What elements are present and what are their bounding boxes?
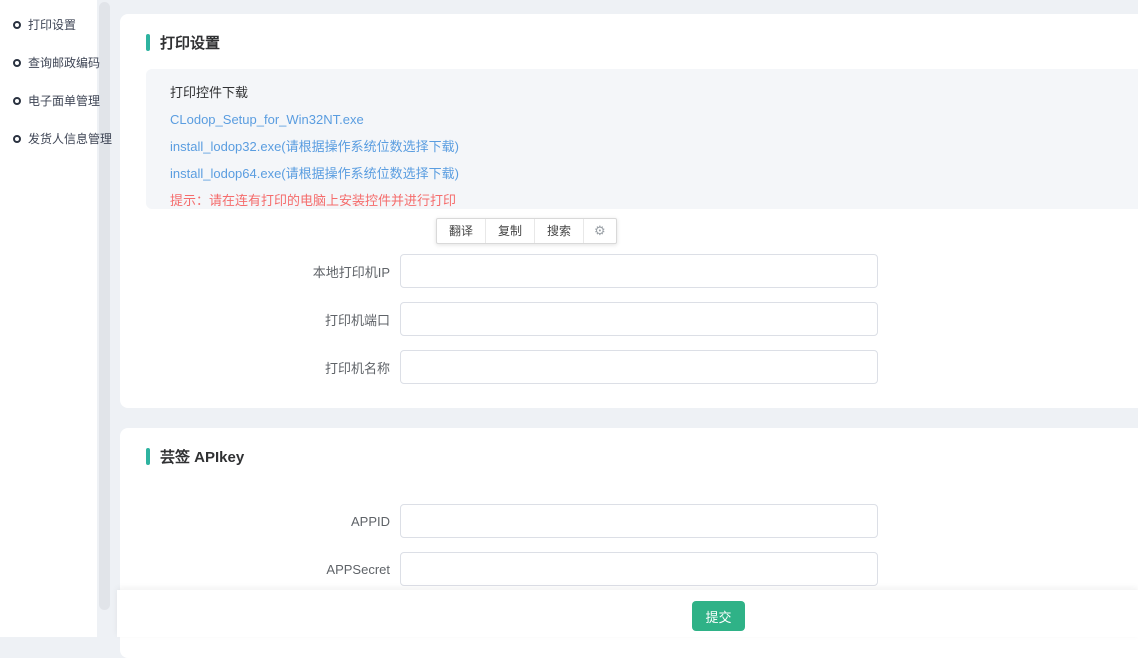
printer-form: 本地打印机IP 打印机端口 打印机名称 [120, 253, 1138, 385]
form-row-printer-ip: 本地打印机IP [120, 253, 1138, 289]
sidebar-item-label: 查询邮政编码 [28, 54, 100, 71]
section-heading: 打印设置 [146, 32, 1138, 53]
sidebar-item-print-settings[interactable]: 打印设置 [0, 12, 97, 37]
sidebar: 打印设置 查询邮政编码 电子面单管理 发货人信息管理 [0, 0, 97, 637]
circle-bullet-icon [13, 97, 21, 105]
form-row-printer-name: 打印机名称 [120, 349, 1138, 385]
page-title: 打印设置 [160, 32, 220, 53]
printer-name-input[interactable] [400, 350, 878, 384]
appsecret-input[interactable] [400, 552, 878, 586]
form-row-printer-port: 打印机端口 [120, 301, 1138, 337]
printer-name-label: 打印机名称 [120, 358, 400, 377]
sidebar-item-label: 打印设置 [28, 16, 76, 33]
sidebar-item-shipper-info-management[interactable]: 发货人信息管理 [0, 126, 97, 151]
gear-icon[interactable]: ⚙ [584, 219, 616, 243]
download-link-lodop64[interactable]: install_lodop64.exe(请根据操作系统位数选择下载) [170, 166, 459, 181]
search-button[interactable]: 搜索 [535, 219, 584, 243]
selection-toolbar: 翻译 复制 搜索 ⚙ [436, 218, 617, 244]
download-link-clodop[interactable]: CLodop_Setup_for_Win32NT.exe [170, 112, 364, 127]
heading-accent-bar [146, 34, 150, 51]
print-settings-card: 打印设置 打印控件下载 CLodop_Setup_for_Win32NT.exe… [120, 14, 1138, 408]
copy-button[interactable]: 复制 [486, 219, 535, 243]
form-row-appid: APPID [120, 503, 1138, 539]
appid-label: APPID [120, 514, 400, 529]
apikey-form: APPID APPSecret [120, 503, 1138, 587]
print-control-download-box: 打印控件下载 CLodop_Setup_for_Win32NT.exe inst… [146, 69, 1138, 209]
sidebar-item-postal-code-query[interactable]: 查询邮政编码 [0, 50, 97, 75]
footer-bar: 提交 [117, 590, 1138, 637]
heading-accent-bar [146, 448, 150, 465]
download-box-heading: 打印控件下载 [170, 86, 1138, 100]
appsecret-label: APPSecret [120, 562, 400, 577]
printer-port-input[interactable] [400, 302, 878, 336]
sidebar-item-label: 发货人信息管理 [28, 130, 112, 147]
appid-input[interactable] [400, 504, 878, 538]
sidebar-item-ewaybill-management[interactable]: 电子面单管理 [0, 88, 97, 113]
sidebar-item-label: 电子面单管理 [28, 92, 100, 109]
printer-port-label: 打印机端口 [120, 310, 400, 329]
form-row-appsecret: APPSecret [120, 551, 1138, 587]
sidebar-scrollbar[interactable] [99, 2, 110, 610]
printer-ip-label: 本地打印机IP [120, 262, 400, 281]
circle-bullet-icon [13, 21, 21, 29]
translate-button[interactable]: 翻译 [437, 219, 486, 243]
printer-ip-input[interactable] [400, 254, 878, 288]
circle-bullet-icon [13, 59, 21, 67]
install-tip-text: 提示：请在连有打印的电脑上安装控件并进行打印 [170, 194, 1138, 208]
download-link-lodop32[interactable]: install_lodop32.exe(请根据操作系统位数选择下载) [170, 139, 459, 154]
section-heading: 芸签 APIkey [146, 446, 1138, 467]
apikey-section-title: 芸签 APIkey [160, 446, 244, 467]
submit-button[interactable]: 提交 [692, 601, 745, 631]
circle-bullet-icon [13, 135, 21, 143]
